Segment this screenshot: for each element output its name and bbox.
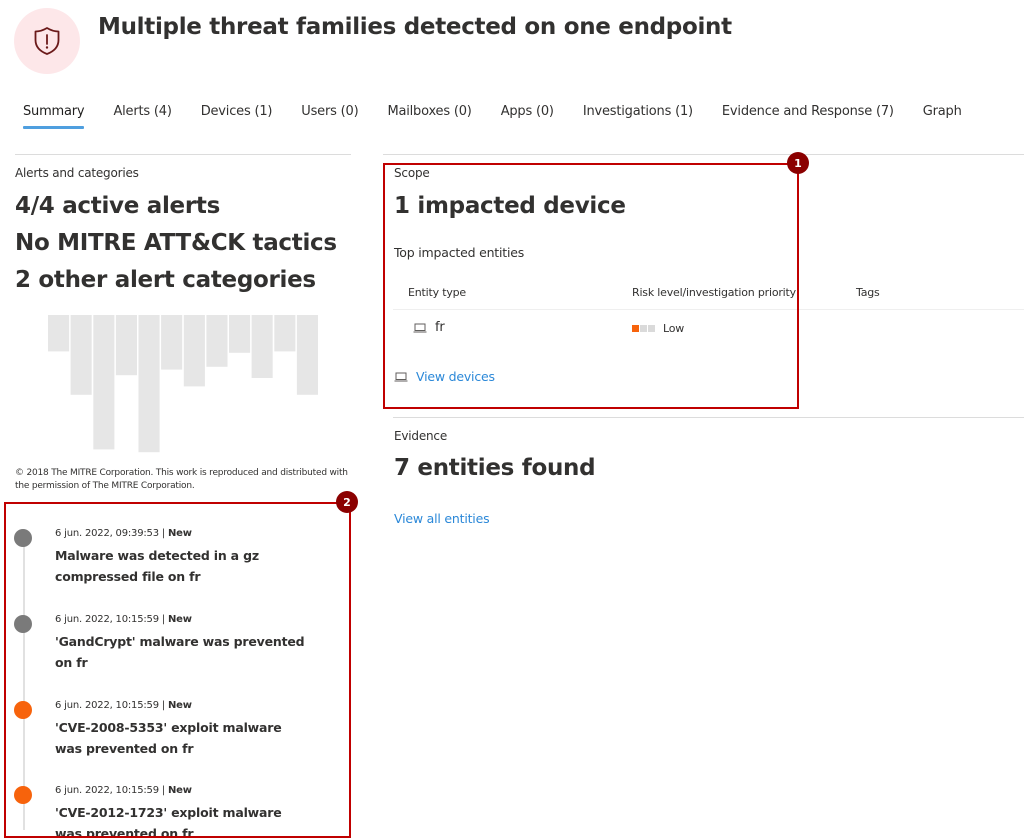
mitre-tactics-summary: No MITRE ATT&CK tactics — [15, 230, 337, 256]
tab-alerts[interactable]: Alerts (4) — [113, 104, 171, 129]
mitre-tactic-column — [138, 315, 160, 453]
mitre-tactic-column — [274, 315, 296, 352]
callout-badge-2: 2 — [336, 491, 358, 513]
tab-investigations[interactable]: Investigations (1) — [583, 104, 693, 129]
mitre-tactic-column — [229, 315, 251, 353]
left-column-divider — [15, 154, 351, 155]
mitre-tactic-column — [161, 315, 183, 370]
active-alerts-count: 4/4 active alerts — [15, 193, 220, 219]
tab-mailboxes[interactable]: Mailboxes (0) — [387, 104, 471, 129]
evidence-label: Evidence — [394, 429, 448, 443]
shield-alert-icon — [34, 27, 60, 55]
alert-severity-icon-circle — [14, 8, 80, 74]
scope-divider — [383, 154, 1024, 155]
mitre-tactic-column — [115, 315, 137, 376]
evidence-divider — [393, 417, 1024, 418]
tab-evidence-and-response[interactable]: Evidence and Response (7) — [722, 104, 894, 129]
mitre-copyright: © 2018 The MITRE Corporation. This work … — [15, 468, 348, 491]
mitre-tactic-column — [206, 315, 228, 367]
tab-summary[interactable]: Summary — [23, 104, 85, 129]
entities-found-count: 7 entities found — [394, 455, 596, 481]
mitre-tactic-column — [70, 315, 92, 395]
view-all-entities-link[interactable]: View all entities — [394, 511, 490, 526]
mitre-attack-matrix — [48, 315, 318, 453]
column-header-tags[interactable]: Tags — [856, 286, 880, 299]
page-title: Multiple threat families detected on one… — [98, 14, 732, 40]
tab-apps[interactable]: Apps (0) — [501, 104, 554, 129]
tab-graph[interactable]: Graph — [923, 104, 962, 129]
scope-highlight-box — [383, 163, 799, 409]
mitre-tactic-column — [93, 315, 115, 450]
tab-users[interactable]: Users (0) — [301, 104, 358, 129]
mitre-tactic-column — [48, 315, 70, 352]
mitre-tactic-column — [251, 315, 273, 378]
other-categories-summary: 2 other alert categories — [15, 267, 316, 293]
timeline-highlight-box — [4, 502, 351, 838]
mitre-tactic-column — [183, 315, 205, 387]
tab-devices[interactable]: Devices (1) — [201, 104, 273, 129]
callout-badge-1: 1 — [787, 152, 809, 174]
mitre-tactic-column — [296, 315, 318, 395]
alerts-categories-label: Alerts and categories — [15, 166, 139, 180]
tab-bar: Summary Alerts (4) Devices (1) Users (0)… — [23, 104, 991, 129]
